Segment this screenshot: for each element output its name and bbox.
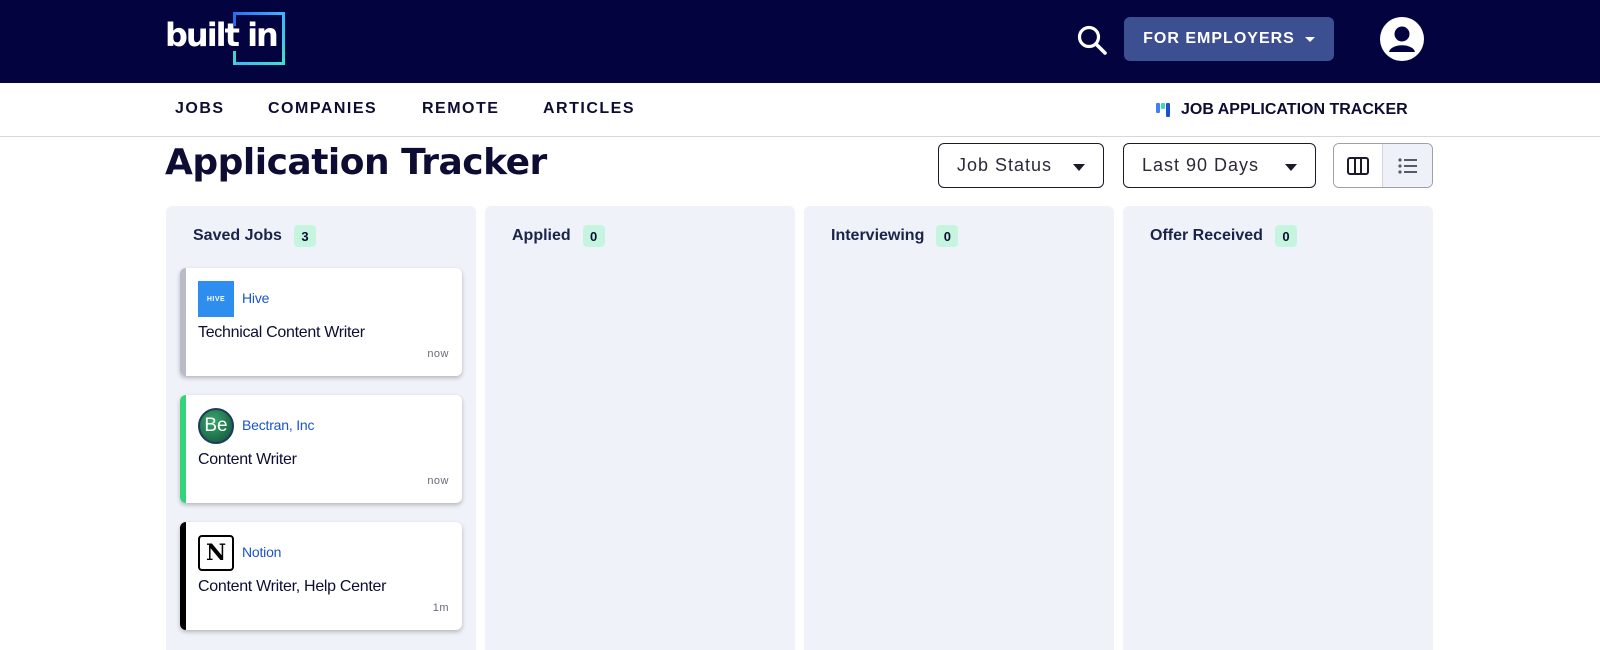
count-badge: 0 — [936, 225, 959, 247]
job-title[interactable]: Technical Content Writer — [198, 324, 365, 342]
job-title[interactable]: Content Writer — [198, 451, 297, 469]
company-name[interactable]: Bectran, Inc — [242, 417, 315, 433]
for-employers-label: FOR EMPLOYERS — [1143, 30, 1295, 47]
list-view-button[interactable] — [1383, 144, 1432, 187]
column-header: Interviewing 0 — [831, 225, 959, 247]
chevron-down-icon — [1304, 36, 1315, 42]
nav-articles[interactable]: ARTICLES — [543, 100, 635, 118]
nav-remote[interactable]: REMOTE — [422, 100, 499, 118]
card-stripe — [180, 268, 186, 376]
board-view-button[interactable] — [1334, 144, 1383, 187]
for-employers-button[interactable]: FOR EMPLOYERS — [1124, 17, 1334, 61]
job-card-hive[interactable]: HIVE Hive Technical Content Writer now — [180, 268, 462, 376]
card-stripe — [180, 522, 186, 630]
column-header: Applied 0 — [512, 225, 605, 247]
count-badge: 0 — [1274, 225, 1297, 247]
list-icon — [1397, 157, 1417, 174]
column-header: Offer Received 0 — [1150, 225, 1297, 247]
column-offer-received: Offer Received 0 — [1123, 206, 1433, 650]
column-title: Applied — [512, 227, 571, 244]
view-toggle — [1333, 143, 1433, 188]
page-title: Application Tracker — [165, 142, 547, 183]
builtin-logo[interactable]: built in — [165, 12, 287, 66]
column-title: Offer Received — [1150, 227, 1263, 244]
secondary-nav: JOBS COMPANIES REMOTE ARTICLES JOB APPLI… — [0, 83, 1600, 137]
count-badge: 3 — [293, 225, 316, 247]
logo-frame — [233, 12, 285, 65]
saved-time: now — [427, 475, 449, 487]
job-status-dropdown[interactable]: Job Status — [938, 143, 1104, 188]
nav-companies[interactable]: COMPANIES — [268, 100, 377, 118]
column-header: Saved Jobs 3 — [193, 225, 316, 247]
job-title[interactable]: Content Writer, Help Center — [198, 578, 386, 596]
column-applied: Applied 0 — [485, 206, 795, 650]
search-icon[interactable] — [1076, 24, 1108, 56]
nav-jobs[interactable]: JOBS — [175, 100, 225, 118]
hive-logo: HIVE — [198, 281, 234, 317]
company-name[interactable]: Hive — [242, 290, 269, 306]
caret-down-icon — [1073, 164, 1085, 171]
column-title: Saved Jobs — [193, 227, 282, 244]
column-interviewing: Interviewing 0 — [804, 206, 1114, 650]
saved-time: 1m — [432, 602, 449, 614]
column-title: Interviewing — [831, 227, 925, 244]
top-header: built in FOR EMPLOYERS — [0, 0, 1600, 83]
card-stripe — [180, 395, 186, 503]
column-saved-jobs: Saved Jobs 3 HIVE Hive Technical Content… — [166, 206, 476, 650]
job-card-notion[interactable]: N Notion Content Writer, Help Center 1m — [180, 522, 462, 630]
user-avatar-icon[interactable] — [1379, 16, 1425, 62]
date-range-label: Last 90 Days — [1142, 155, 1260, 175]
notion-logo: N — [198, 535, 234, 571]
job-status-label: Job Status — [957, 155, 1053, 175]
caret-down-icon — [1285, 164, 1297, 171]
count-badge: 0 — [582, 225, 605, 247]
company-name[interactable]: Notion — [242, 544, 281, 560]
tracker-label: JOB APPLICATION TRACKER — [1181, 101, 1408, 118]
tracker-icon — [1156, 103, 1170, 117]
job-application-tracker-link[interactable]: JOB APPLICATION TRACKER — [1155, 101, 1408, 119]
job-card-bectran[interactable]: Be Bectran, Inc Content Writer now — [180, 395, 462, 503]
date-range-dropdown[interactable]: Last 90 Days — [1123, 143, 1316, 188]
bectran-logo: Be — [198, 408, 234, 444]
columns-icon — [1347, 156, 1369, 175]
saved-time: now — [427, 348, 449, 360]
